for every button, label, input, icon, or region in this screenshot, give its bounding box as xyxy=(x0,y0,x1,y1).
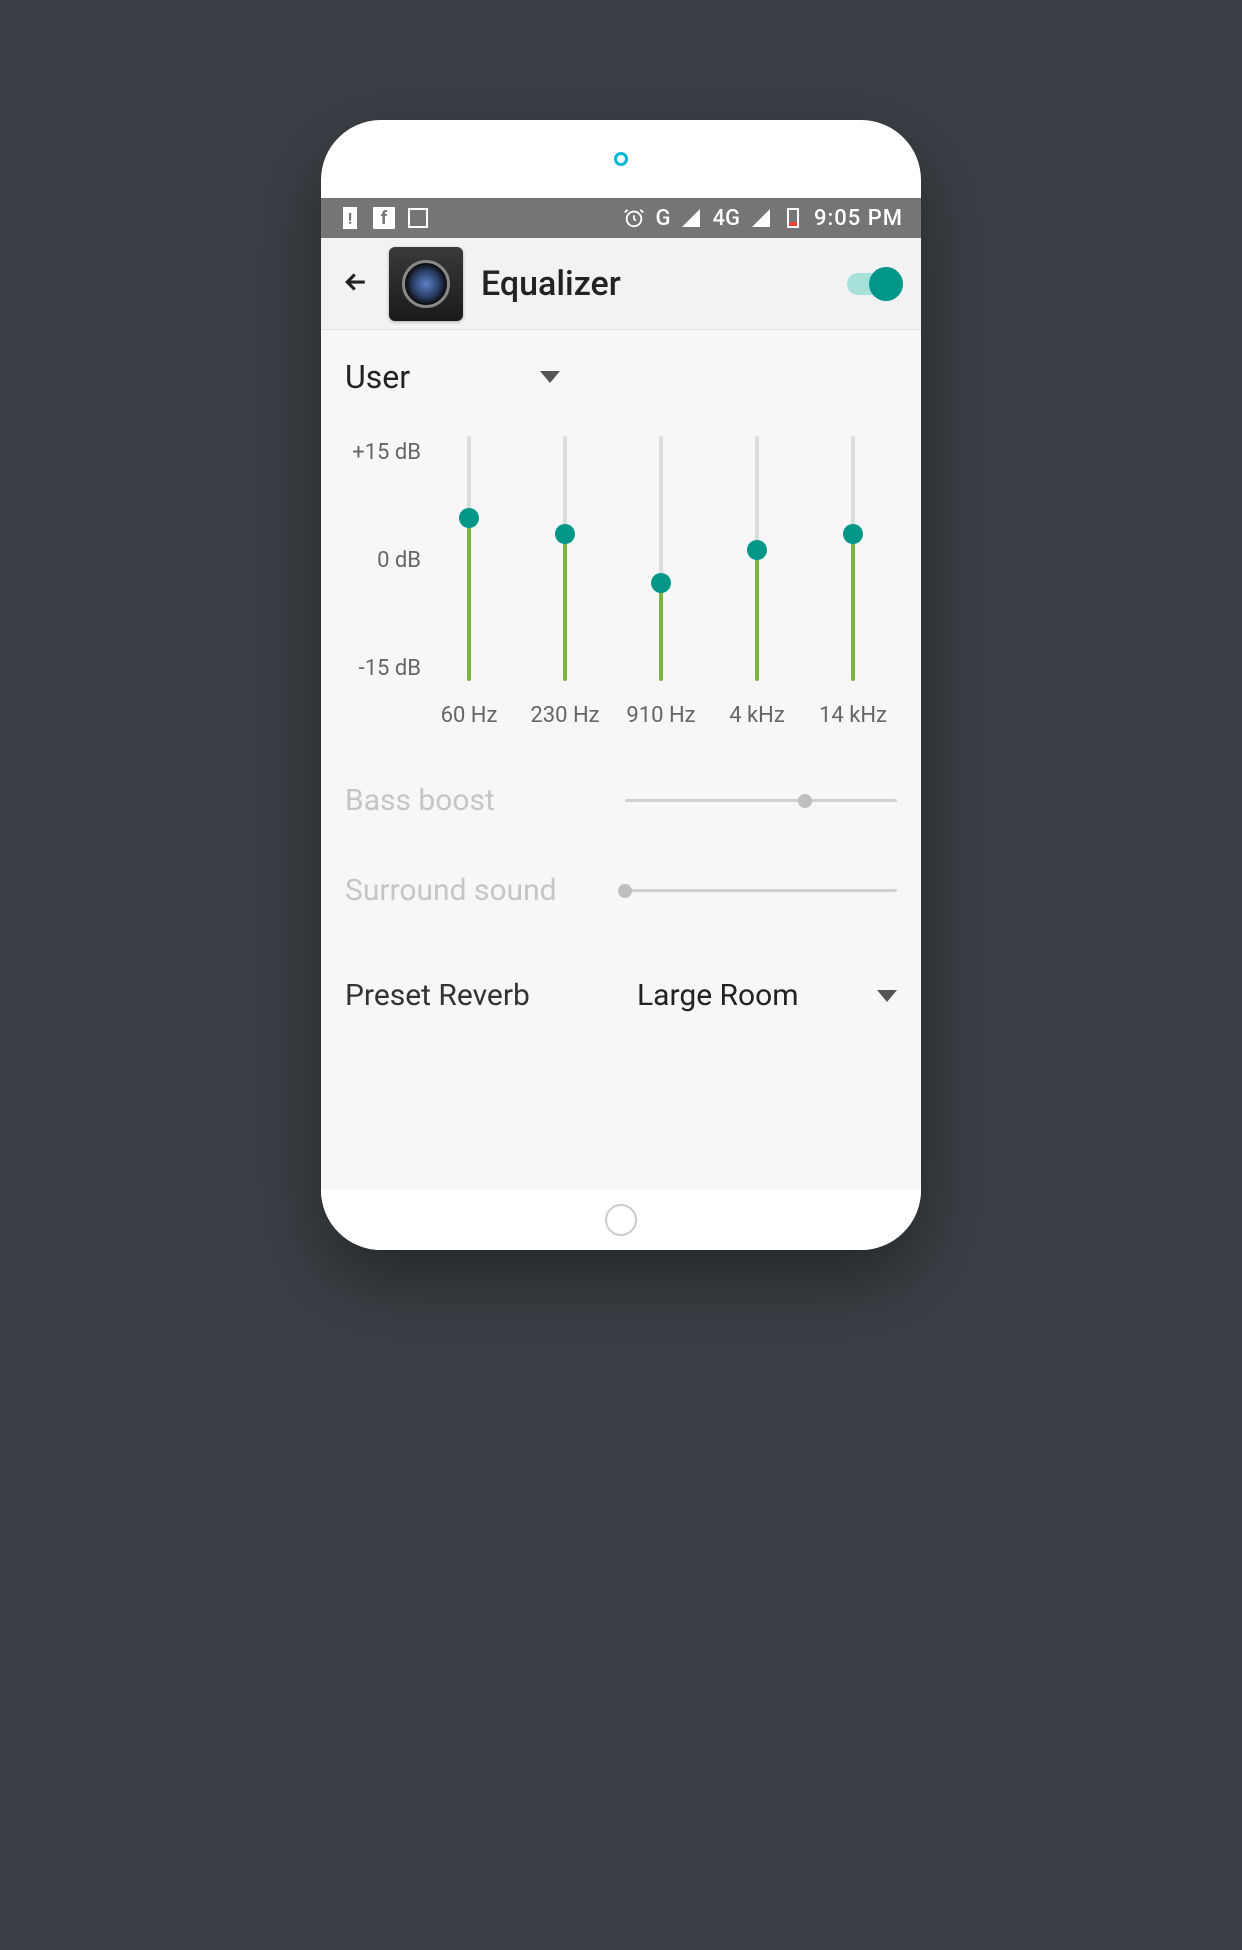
axis-max: +15 dB xyxy=(345,440,421,465)
band-slider-14khz[interactable] xyxy=(851,436,855,681)
signal-icon-1 xyxy=(680,207,702,229)
bass-boost-row: Bass boost xyxy=(341,783,901,818)
signal-icon-2 xyxy=(750,207,772,229)
reverb-selected: Large Room xyxy=(625,978,877,1013)
chevron-down-icon xyxy=(877,990,897,1002)
battery-low-icon xyxy=(782,207,804,229)
alarm-icon xyxy=(623,207,645,229)
band-4khz: 4 kHz xyxy=(717,436,797,728)
band-slider-910hz[interactable] xyxy=(659,436,663,681)
nav-bar xyxy=(321,1190,921,1250)
bass-boost-slider[interactable] xyxy=(625,799,897,802)
clock-time: 9:05 PM xyxy=(814,206,903,231)
band-slider-60hz[interactable] xyxy=(467,436,471,681)
band-60hz: 60 Hz xyxy=(429,436,509,728)
app-icon-speaker xyxy=(389,247,463,321)
axis-min: -15 dB xyxy=(345,656,421,681)
preset-dropdown[interactable]: User xyxy=(341,358,901,396)
surround-row: Surround sound xyxy=(341,873,901,908)
bass-boost-label: Bass boost xyxy=(345,783,625,818)
battery-warning-icon: ! xyxy=(339,207,361,229)
camera-dot xyxy=(614,152,628,166)
band-label: 14 kHz xyxy=(819,703,887,728)
band-sliders: 60 Hz 230 Hz 910 Hz 4 kHz 14 kHz xyxy=(421,436,901,728)
band-14khz: 14 kHz xyxy=(813,436,893,728)
axis-mid: 0 dB xyxy=(345,548,421,573)
home-button[interactable] xyxy=(605,1204,637,1236)
chevron-down-icon xyxy=(540,371,560,383)
band-label: 910 Hz xyxy=(626,703,695,728)
content-area: User +15 dB 0 dB -15 dB 60 Hz 230 Hz xyxy=(321,330,921,1190)
band-230hz: 230 Hz xyxy=(525,436,605,728)
band-label: 4 kHz xyxy=(729,703,785,728)
db-axis: +15 dB 0 dB -15 dB xyxy=(345,436,421,681)
band-label: 60 Hz xyxy=(441,703,498,728)
network-4g-label: 4G xyxy=(712,206,740,231)
surround-label: Surround sound xyxy=(345,873,625,908)
network-g-label: G xyxy=(655,206,670,231)
status-bar: ! f G 4G 9:05 PM xyxy=(321,198,921,238)
reverb-label: Preset Reverb xyxy=(345,978,625,1013)
band-slider-4khz[interactable] xyxy=(755,436,759,681)
band-910hz: 910 Hz xyxy=(621,436,701,728)
facebook-icon: f xyxy=(373,207,395,229)
preset-reverb-row[interactable]: Preset Reverb Large Room xyxy=(341,978,901,1013)
equalizer-graph: +15 dB 0 dB -15 dB 60 Hz 230 Hz 910 Hz xyxy=(341,436,901,728)
page-title: Equalizer xyxy=(481,264,621,304)
surround-slider[interactable] xyxy=(625,889,897,892)
screenshot-icon xyxy=(407,207,429,229)
phone-frame: ! f G 4G 9:05 PM Equalizer Us xyxy=(321,120,921,1250)
app-bar: Equalizer xyxy=(321,238,921,330)
back-button[interactable] xyxy=(341,267,371,301)
equalizer-toggle[interactable] xyxy=(847,273,901,295)
band-label: 230 Hz xyxy=(530,703,599,728)
preset-selected: User xyxy=(345,358,410,396)
band-slider-230hz[interactable] xyxy=(563,436,567,681)
